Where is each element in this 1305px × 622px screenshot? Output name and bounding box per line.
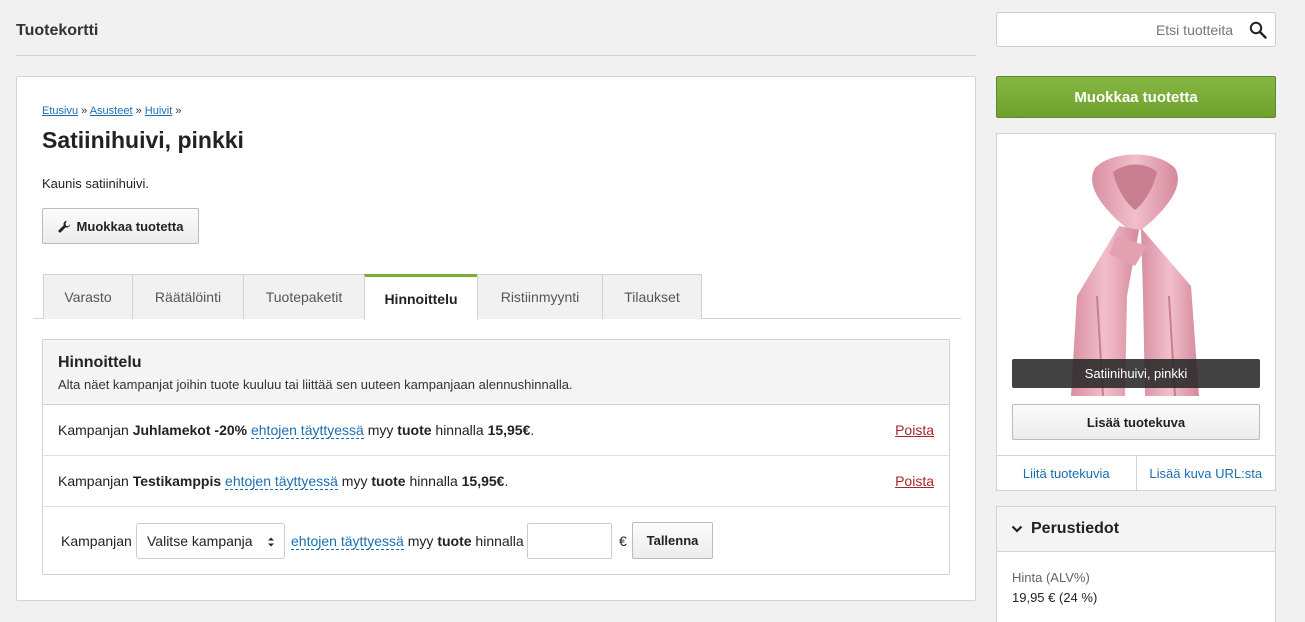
pricing-header: Hinnoittelu Alta näet kampanjat joihin t… bbox=[43, 340, 949, 405]
campaign-select[interactable]: Valitse kampanja bbox=[136, 523, 285, 559]
wrench-icon bbox=[57, 220, 70, 233]
breadcrumb: Etusivu » Asusteet » Huivit » bbox=[42, 105, 181, 117]
pricing-section: Hinnoittelu Alta näet kampanjat joihin t… bbox=[42, 339, 950, 575]
product-title: Satiinihuivi, pinkki bbox=[42, 127, 244, 153]
product-image-card: Satiinihuivi, pinkki Lisää tuotekuva Lii… bbox=[996, 133, 1276, 491]
text-sells: myy bbox=[367, 422, 394, 438]
basic-info-title: Perustiedot bbox=[1031, 520, 1120, 537]
breadcrumb-scarves[interactable]: Huivit bbox=[145, 105, 173, 117]
tab-bar: Varasto Räätälöinti Tuotepaketit Hinnoit… bbox=[33, 274, 961, 320]
product-panel: Etusivu » Asusteet » Huivit » Satiinihui… bbox=[16, 76, 976, 601]
text-at-price: hinnalla bbox=[475, 533, 524, 549]
campaign-text: Kampanjan Testikamppis ehtojen täyttyess… bbox=[58, 473, 509, 490]
search-input[interactable] bbox=[997, 13, 1237, 46]
tab-tilaukset[interactable]: Tilaukset bbox=[602, 274, 702, 319]
new-campaign-text: ehtojen täyttyessä myy tuote hinnalla bbox=[291, 533, 524, 550]
image-links: Liitä tuotekuvia Lisää kuva URL:sta bbox=[997, 455, 1275, 490]
attach-images-link[interactable]: Liitä tuotekuvia bbox=[997, 456, 1136, 490]
tab-raatalointi[interactable]: Räätälöinti bbox=[132, 274, 244, 319]
breadcrumb-separator: » bbox=[135, 105, 142, 117]
product-description: Kaunis satiinihuivi. bbox=[42, 176, 149, 191]
add-image-button[interactable]: Lisää tuotekuva bbox=[1012, 404, 1260, 440]
campaign-row: Kampanjan Juhlamekot -20% ehtojen täytty… bbox=[43, 405, 949, 456]
campaign-select-value: Valitse kampanja bbox=[147, 533, 253, 549]
text-campaign: Kampanjan bbox=[58, 422, 129, 438]
pricing-subtitle: Alta näet kampanjat joihin tuote kuuluu … bbox=[58, 377, 573, 392]
new-campaign-row: Kampanjan Valitse kampanja ehtojen täytt… bbox=[43, 508, 949, 575]
text-at-price: hinnalla bbox=[409, 473, 458, 489]
remove-campaign-link[interactable]: Poista bbox=[895, 422, 934, 438]
top-bar: Tuotekortti bbox=[16, 0, 976, 56]
search-box bbox=[996, 12, 1276, 47]
text-sells: myy bbox=[407, 533, 434, 549]
chevron-down-icon bbox=[1011, 525, 1023, 533]
text-campaign: Kampanjan bbox=[61, 533, 132, 549]
conditions-link[interactable]: ehtojen täyttyessä bbox=[225, 473, 338, 490]
select-arrows-icon bbox=[268, 537, 274, 547]
campaign-price: 15,95€ bbox=[461, 473, 505, 489]
campaign-row: Kampanjan Testikamppis ehtojen täyttyess… bbox=[43, 456, 949, 507]
basic-info-card: Perustiedot Hinta (ALV%) 19,95 € (24 %) bbox=[996, 506, 1276, 622]
breadcrumb-accessories[interactable]: Asusteet bbox=[90, 105, 133, 117]
page-title: Tuotekortti bbox=[16, 22, 99, 39]
remove-campaign-link[interactable]: Poista bbox=[895, 473, 934, 489]
edit-product-button[interactable]: Muokkaa tuotetta bbox=[42, 208, 199, 244]
conditions-link[interactable]: ehtojen täyttyessä bbox=[250, 422, 364, 439]
tab-ristiinmyynti[interactable]: Ristiinmyynti bbox=[477, 274, 603, 319]
edit-product-primary-button[interactable]: Muokkaa tuotetta bbox=[996, 76, 1276, 118]
edit-product-label: Muokkaa tuotetta bbox=[76, 218, 184, 234]
tab-hinnoittelu[interactable]: Hinnoittelu bbox=[364, 274, 478, 320]
tab-tuotepaketit[interactable]: Tuotepaketit bbox=[243, 274, 365, 319]
image-caption: Satiinihuivi, pinkki bbox=[1012, 359, 1260, 388]
price-label: Hinta (ALV%) bbox=[1012, 570, 1090, 585]
basic-info-header[interactable]: Perustiedot bbox=[997, 507, 1275, 552]
price-input[interactable] bbox=[527, 523, 612, 559]
campaign-text: Kampanjan Juhlamekot -20% ehtojen täytty… bbox=[58, 422, 535, 439]
campaign-price: 15,95€ bbox=[487, 422, 531, 438]
breadcrumb-home[interactable]: Etusivu bbox=[42, 105, 78, 117]
campaign-name: Testikamppis bbox=[132, 473, 222, 489]
text-product: tuote bbox=[437, 533, 472, 549]
add-image-url-link[interactable]: Lisää kuva URL:sta bbox=[1135, 456, 1276, 490]
breadcrumb-separator: » bbox=[175, 105, 182, 117]
pricing-title: Hinnoittelu bbox=[58, 354, 142, 371]
text-product: tuote bbox=[371, 473, 406, 489]
text-sells: myy bbox=[341, 473, 368, 489]
text-product: tuote bbox=[397, 422, 432, 438]
text-at-price: hinnalla bbox=[435, 422, 484, 438]
tab-varasto[interactable]: Varasto bbox=[43, 274, 133, 319]
currency-label: € bbox=[619, 533, 627, 549]
search-icon[interactable] bbox=[1249, 21, 1267, 39]
breadcrumb-separator: » bbox=[81, 105, 88, 117]
save-button[interactable]: Tallenna bbox=[632, 522, 713, 559]
conditions-link[interactable]: ehtojen täyttyessä bbox=[291, 533, 404, 550]
campaign-name: Juhlamekot -20% bbox=[132, 422, 248, 438]
text-campaign: Kampanjan bbox=[58, 473, 129, 489]
price-value: 19,95 € (24 %) bbox=[1012, 590, 1098, 605]
